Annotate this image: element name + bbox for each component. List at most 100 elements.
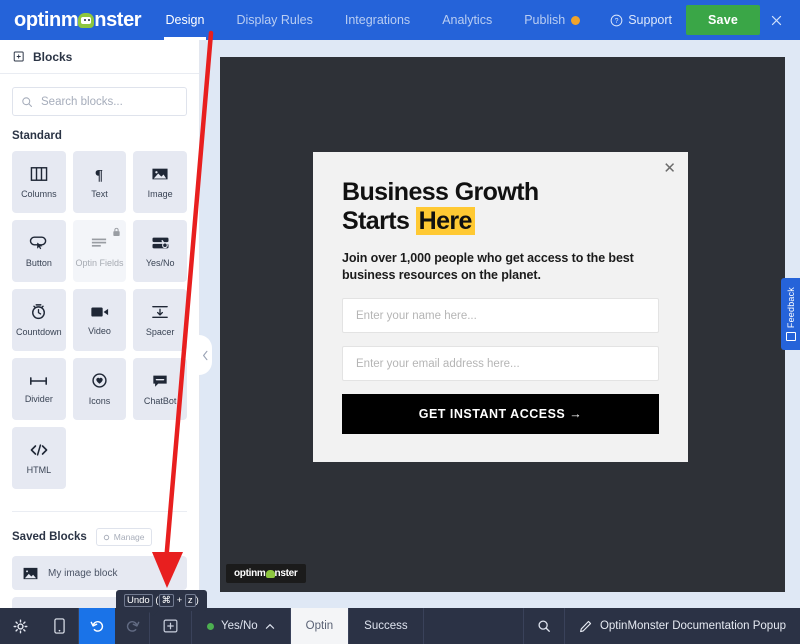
search-button[interactable] [524, 608, 565, 644]
help-circle-icon: ? [610, 14, 623, 26]
nav-tabs: Design Display Rules Integrations Analyt… [150, 0, 597, 40]
blocks-icon [13, 51, 24, 62]
video-icon [91, 306, 109, 317]
spacer-icon [152, 305, 168, 318]
block-tile-optin-fields[interactable]: Optin Fields [72, 220, 127, 282]
close-builder-button[interactable] [760, 0, 792, 40]
block-tile-spacer[interactable]: Spacer [133, 289, 187, 351]
block-label: Countdown [16, 327, 62, 337]
manage-label: Manage [113, 532, 145, 542]
optin-fields-icon [92, 238, 107, 247]
block-tile-video[interactable]: Video [72, 289, 127, 351]
popup-close-icon[interactable]: ✕ [663, 161, 676, 176]
yes-no-icon [152, 237, 169, 248]
campaign-name-field[interactable]: OptinMonster Documentation Popup [565, 608, 800, 644]
paragraph-icon: ¶ [95, 167, 103, 182]
popup-name-input[interactable] [342, 298, 659, 333]
svg-text:?: ? [615, 18, 619, 25]
lock-icon [112, 224, 121, 242]
support-button[interactable]: ? Support [596, 13, 686, 27]
pencil-icon [580, 620, 592, 632]
block-label: Spacer [145, 326, 175, 337]
block-label: Columns [21, 188, 57, 199]
search-blocks-wrapper [12, 87, 187, 116]
block-tile-button[interactable]: Button [12, 220, 66, 282]
tab-integrations-label: Integrations [344, 13, 411, 27]
block-tile-image[interactable]: Image [133, 151, 187, 213]
block-label: Icons [88, 396, 111, 406]
search-blocks-input[interactable] [12, 87, 187, 116]
block-label: HTML [26, 464, 52, 475]
block-tile-text[interactable]: ¶ Text [72, 151, 127, 213]
headline-highlight: Here [415, 207, 475, 236]
popup-email-input[interactable] [342, 346, 659, 381]
tab-design-label: Design [165, 13, 205, 27]
optinmonster-logo[interactable]: optinm nster [0, 9, 150, 32]
block-label: ChatBot [143, 395, 177, 406]
tab-display-rules-label: Display Rules [236, 13, 313, 27]
mobile-icon [54, 618, 65, 634]
image-icon [152, 168, 168, 179]
block-tile-divider[interactable]: Divider [12, 358, 66, 420]
gear-icon [103, 534, 109, 540]
block-label: Text [91, 188, 108, 199]
optinmonster-watermark: optinm nster [226, 564, 306, 583]
bottom-toolbar: Yes/No Optin Success OptinMonster Docume… [0, 608, 800, 644]
popup-cta-button[interactable]: GET INSTANT ACCESS → [342, 394, 659, 434]
nav-right-group: ? Support Save [596, 0, 800, 40]
block-tile-icons[interactable]: Icons [72, 358, 127, 420]
feedback-icon [785, 332, 796, 342]
icons-icon [92, 373, 107, 388]
popup-body-text: Join over 1,000 people who get access to… [342, 250, 634, 283]
chevron-up-icon [265, 623, 274, 629]
popup-headline: Business Growth Starts Here [342, 178, 659, 237]
undo-button[interactable] [79, 608, 115, 644]
saved-block-label: My image block [48, 567, 118, 579]
block-tile-countdown[interactable]: Countdown [12, 289, 66, 351]
sidebar-header-label: Blocks [33, 49, 73, 64]
tab-display-rules[interactable]: Display Rules [220, 0, 328, 40]
tab-design[interactable]: Design [150, 0, 221, 40]
block-tile-html[interactable]: HTML [12, 427, 66, 489]
tooltip-key-z: z [184, 594, 196, 607]
view-tab-yes-no[interactable]: Yes/No [192, 608, 291, 644]
watermark-text-pre: optinm [234, 568, 266, 579]
status-dot [207, 622, 214, 630]
block-tile-columns[interactable]: Columns [12, 151, 66, 213]
block-label: Video [88, 325, 111, 336]
tab-analytics[interactable]: Analytics [426, 0, 508, 40]
settings-button[interactable] [0, 608, 41, 644]
undo-redo-group [79, 608, 150, 644]
block-label: Button [25, 257, 52, 268]
mobile-preview-button[interactable] [41, 608, 78, 644]
chatbot-icon [153, 375, 167, 387]
campaign-preview-stage: ✕ Business Growth Starts Here Join over … [220, 57, 785, 592]
saved-block-item[interactable]: My image block [12, 556, 187, 590]
view-tab-optin[interactable]: Optin [290, 608, 350, 644]
saved-blocks-title: Saved Blocks [12, 531, 87, 543]
view-tab-yes-no-label: Yes/No [221, 620, 258, 632]
collapse-sidebar-handle[interactable] [199, 335, 212, 375]
headline-line-2-prefix: Starts [342, 207, 416, 236]
block-label: Divider [24, 393, 53, 404]
block-label: Optin Fields [75, 257, 124, 268]
optin-popup: ✕ Business Growth Starts Here Join over … [313, 152, 688, 462]
manage-saved-blocks-button[interactable]: Manage [95, 528, 152, 546]
sidebar-header: Blocks [0, 40, 199, 74]
undo-icon [90, 620, 103, 632]
optinmonster-campaign-builder: optinm nster Design Display Rules Integra… [0, 0, 800, 644]
block-tile-chatbot[interactable]: ChatBot [133, 358, 187, 420]
block-tile-yes-no[interactable]: Yes/No [133, 220, 187, 282]
save-button[interactable]: Save [686, 5, 760, 35]
monster-mascot-icon [265, 569, 275, 578]
redo-button[interactable] [115, 608, 149, 644]
tab-publish[interactable]: Publish [508, 0, 596, 40]
view-tab-success[interactable]: Success [349, 608, 424, 644]
tab-integrations[interactable]: Integrations [329, 0, 426, 40]
saved-blocks-header: Saved Blocks Manage [12, 511, 187, 546]
search-icon [538, 620, 550, 632]
chevron-left-icon [203, 350, 208, 360]
feedback-tab[interactable]: Feedback [781, 278, 800, 350]
tooltip-key-cmd: ⌘ [158, 594, 175, 607]
divider-icon [30, 376, 48, 385]
